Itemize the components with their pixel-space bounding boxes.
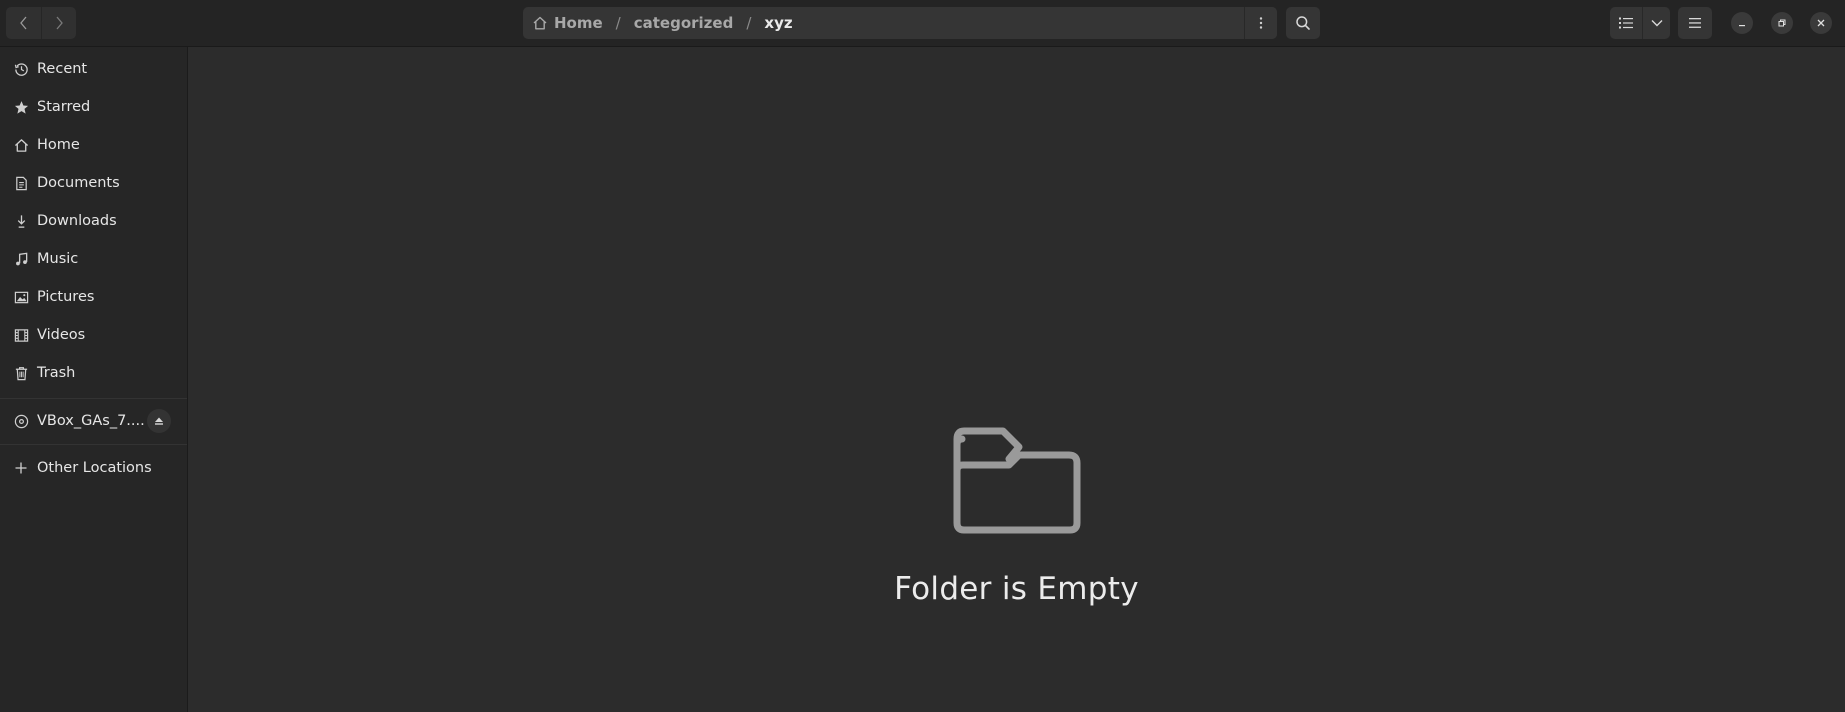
search-icon	[1296, 16, 1310, 30]
chevron-down-icon	[1651, 20, 1662, 27]
vertical-dots-icon	[1259, 17, 1263, 29]
sidebar-item-trash[interactable]: Trash	[0, 354, 187, 392]
hamburger-menu-icon	[1689, 18, 1701, 28]
close-icon	[1817, 19, 1825, 27]
minimize-button[interactable]	[1731, 12, 1753, 34]
home-icon	[13, 137, 29, 153]
sidebar-item-label: VBox_GAs_7....	[37, 413, 145, 429]
view-options-button[interactable]	[1642, 7, 1670, 39]
file-manager-window: Home / categorized / xyz Recent Starred …	[0, 0, 1845, 712]
disc-icon	[13, 413, 29, 429]
navigation-buttons	[6, 7, 76, 39]
sidebar-item-label: Other Locations	[37, 460, 152, 476]
sidebar-item-label: Starred	[37, 99, 91, 115]
sidebar-item-label: Trash	[37, 365, 76, 381]
main-menu-button[interactable]	[1678, 7, 1712, 39]
empty-folder-message: Folder is Empty	[894, 571, 1139, 607]
minimize-icon	[1739, 25, 1745, 27]
eject-icon	[155, 417, 163, 425]
download-icon	[13, 213, 29, 229]
document-icon	[13, 175, 29, 191]
path-separator: /	[746, 14, 752, 32]
sidebar-item-home[interactable]: Home	[0, 126, 187, 164]
path-bar: Home / categorized / xyz	[523, 7, 1277, 39]
path-segment-xyz[interactable]: xyz	[764, 14, 792, 32]
forward-button[interactable]	[41, 7, 76, 39]
sidebar-item-label: Downloads	[37, 213, 117, 229]
restore-icon	[1778, 19, 1786, 27]
file-view[interactable]: Folder is Empty	[188, 47, 1845, 712]
home-icon	[532, 15, 549, 32]
sidebar-item-label: Home	[37, 137, 80, 153]
path-segment-categorized[interactable]: categorized	[634, 14, 734, 32]
close-button[interactable]	[1810, 12, 1832, 34]
clock-icon	[13, 61, 29, 77]
search-button[interactable]	[1286, 7, 1320, 39]
path-segment-home[interactable]: Home	[549, 14, 603, 32]
film-icon	[13, 327, 29, 343]
eject-button[interactable]	[147, 409, 171, 433]
picture-icon	[13, 289, 29, 305]
music-note-icon	[13, 251, 29, 267]
maximize-button[interactable]	[1771, 12, 1793, 34]
sidebar-item-label: Videos	[37, 327, 86, 343]
sidebar-item-documents[interactable]: Documents	[0, 164, 187, 202]
sidebar-item-music[interactable]: Music	[0, 240, 187, 278]
header-bar: Home / categorized / xyz	[0, 0, 1845, 47]
plus-icon	[13, 460, 29, 476]
sidebar-item-label: Pictures	[37, 289, 95, 305]
path-menu-button[interactable]	[1244, 7, 1277, 39]
folder-icon	[953, 427, 1081, 534]
sidebar-item-other-locations[interactable]: Other Locations	[0, 449, 187, 487]
sidebar-item-videos[interactable]: Videos	[0, 316, 187, 354]
list-view-icon	[1619, 17, 1633, 29]
star-icon	[13, 99, 29, 115]
sidebar-item-recent[interactable]: Recent	[0, 50, 187, 88]
view-mode-buttons	[1610, 7, 1670, 39]
sidebar-divider	[0, 444, 187, 445]
sidebar-item-label: Recent	[37, 61, 88, 77]
sidebar: Recent Starred Home Documents Downloads …	[0, 47, 188, 712]
list-view-button[interactable]	[1610, 7, 1642, 39]
sidebar-divider	[0, 398, 187, 399]
sidebar-item-pictures[interactable]: Pictures	[0, 278, 187, 316]
chevron-left-icon	[19, 16, 26, 30]
back-button[interactable]	[6, 7, 41, 39]
sidebar-item-starred[interactable]: Starred	[0, 88, 187, 126]
trash-icon	[13, 365, 29, 381]
chevron-right-icon	[56, 16, 63, 30]
sidebar-item-label: Documents	[37, 175, 120, 191]
sidebar-item-label: Music	[37, 251, 79, 267]
path-separator: /	[615, 14, 621, 32]
sidebar-item-downloads[interactable]: Downloads	[0, 202, 187, 240]
